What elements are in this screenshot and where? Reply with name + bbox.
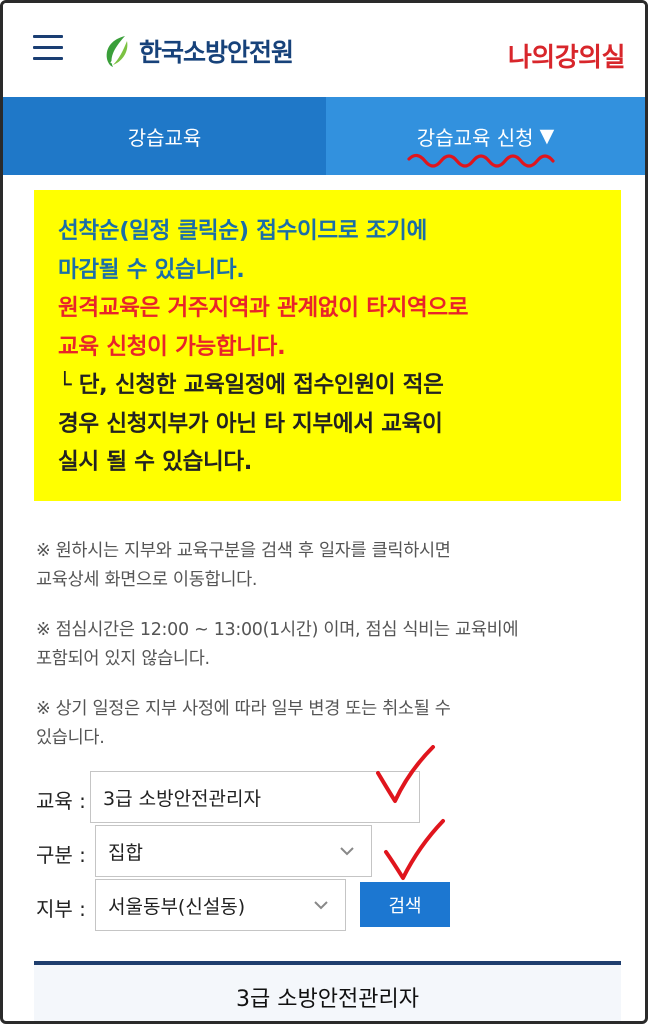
app-frame: 한국소방안전원 나의강의실 강습교육 강습교육 신청 ▼ 선착순(일정 클릭순)…: [0, 0, 648, 1024]
notice-line: 마감될 수 있습니다.: [58, 256, 245, 283]
triangle-down-icon: ▼: [539, 125, 555, 147]
chevron-down-icon: [340, 847, 354, 856]
info-paragraph: ※ 원하시는 지부와 교육구분을 검색 후 일자를 클릭하시면 교육상세 화면으…: [36, 537, 621, 595]
education-label: 교육 :: [36, 789, 86, 813]
hamburger-menu-icon[interactable]: [33, 35, 63, 61]
notice-line: 원격교육은 거주지역과 관계없이 타지역으로: [58, 295, 469, 321]
tab-lecture-education[interactable]: 강습교육: [3, 97, 326, 175]
info-line: ※ 원하시는 지부와 교육구분을 검색 후 일자를 클릭하시면: [36, 541, 451, 561]
site-logo[interactable]: 한국소방안전원: [99, 31, 294, 71]
info-paragraph: ※ 상기 일정은 지부 사정에 따라 일부 변경 또는 취소될 수 있습니다.: [36, 695, 621, 753]
education-select[interactable]: 3급 소방안전관리자: [90, 771, 420, 823]
search-button[interactable]: 검색: [360, 882, 450, 927]
course-card[interactable]: 3급 소방안전관리자: [34, 961, 621, 1021]
type-value: 집합: [108, 841, 143, 864]
notice-box: 선착순(일정 클릭순) 접수이므로 조기에 마감될 수 있습니다. 원격교육은 …: [34, 190, 621, 501]
red-checkmark-icon: [384, 819, 445, 880]
branch-label: 지부 :: [36, 897, 86, 921]
info-line: ※ 점심시간은 12:00 ~ 13:00(1시간) 이며, 점심 식비는 교육…: [36, 620, 519, 640]
notice-line: 선착순(일정 클릭순) 접수이므로 조기에: [58, 218, 427, 244]
type-select[interactable]: 집합: [95, 825, 372, 877]
notice-line: └ 단, 신청한 교육일정에 접수인원이 적은: [58, 372, 444, 398]
info-paragraph: ※ 점심시간은 12:00 ~ 13:00(1시간) 이며, 점심 식비는 교육…: [36, 616, 621, 674]
branch-select[interactable]: 서울동부(신설동): [95, 879, 346, 931]
logo-text: 한국소방안전원: [139, 38, 294, 67]
top-header: 한국소방안전원 나의강의실: [3, 3, 645, 97]
tab-label: 강습교육: [127, 125, 202, 150]
my-course-link[interactable]: 나의강의실: [508, 37, 626, 74]
notice-line: 실시 될 수 있습니다.: [58, 449, 253, 475]
course-card-title: 3급 소방안전관리자: [236, 987, 419, 1012]
education-value: 3급 소방안전관리자: [103, 787, 261, 810]
chevron-down-icon: [314, 901, 328, 910]
red-checkmark-icon: [376, 745, 435, 803]
notice-line: 교육 신청이 가능합니다.: [58, 333, 286, 360]
type-label: 구분 :: [36, 843, 86, 867]
notice-line: 경우 신청지부가 아닌 타 지부에서 교육이: [58, 410, 443, 437]
info-line: ※ 상기 일정은 지부 사정에 따라 일부 변경 또는 취소될 수: [36, 699, 451, 719]
info-line: 교육상세 화면으로 이동합니다.: [36, 570, 258, 590]
branch-value: 서울동부(신설동): [108, 895, 246, 918]
info-line: 포함되어 있지 않습니다.: [36, 649, 210, 669]
info-line: 있습니다.: [36, 728, 105, 748]
kfsi-leaf-logo-icon: [106, 36, 128, 67]
red-squiggle-annotation: [407, 153, 555, 168]
tab-label: 강습교육 신청: [416, 125, 534, 150]
